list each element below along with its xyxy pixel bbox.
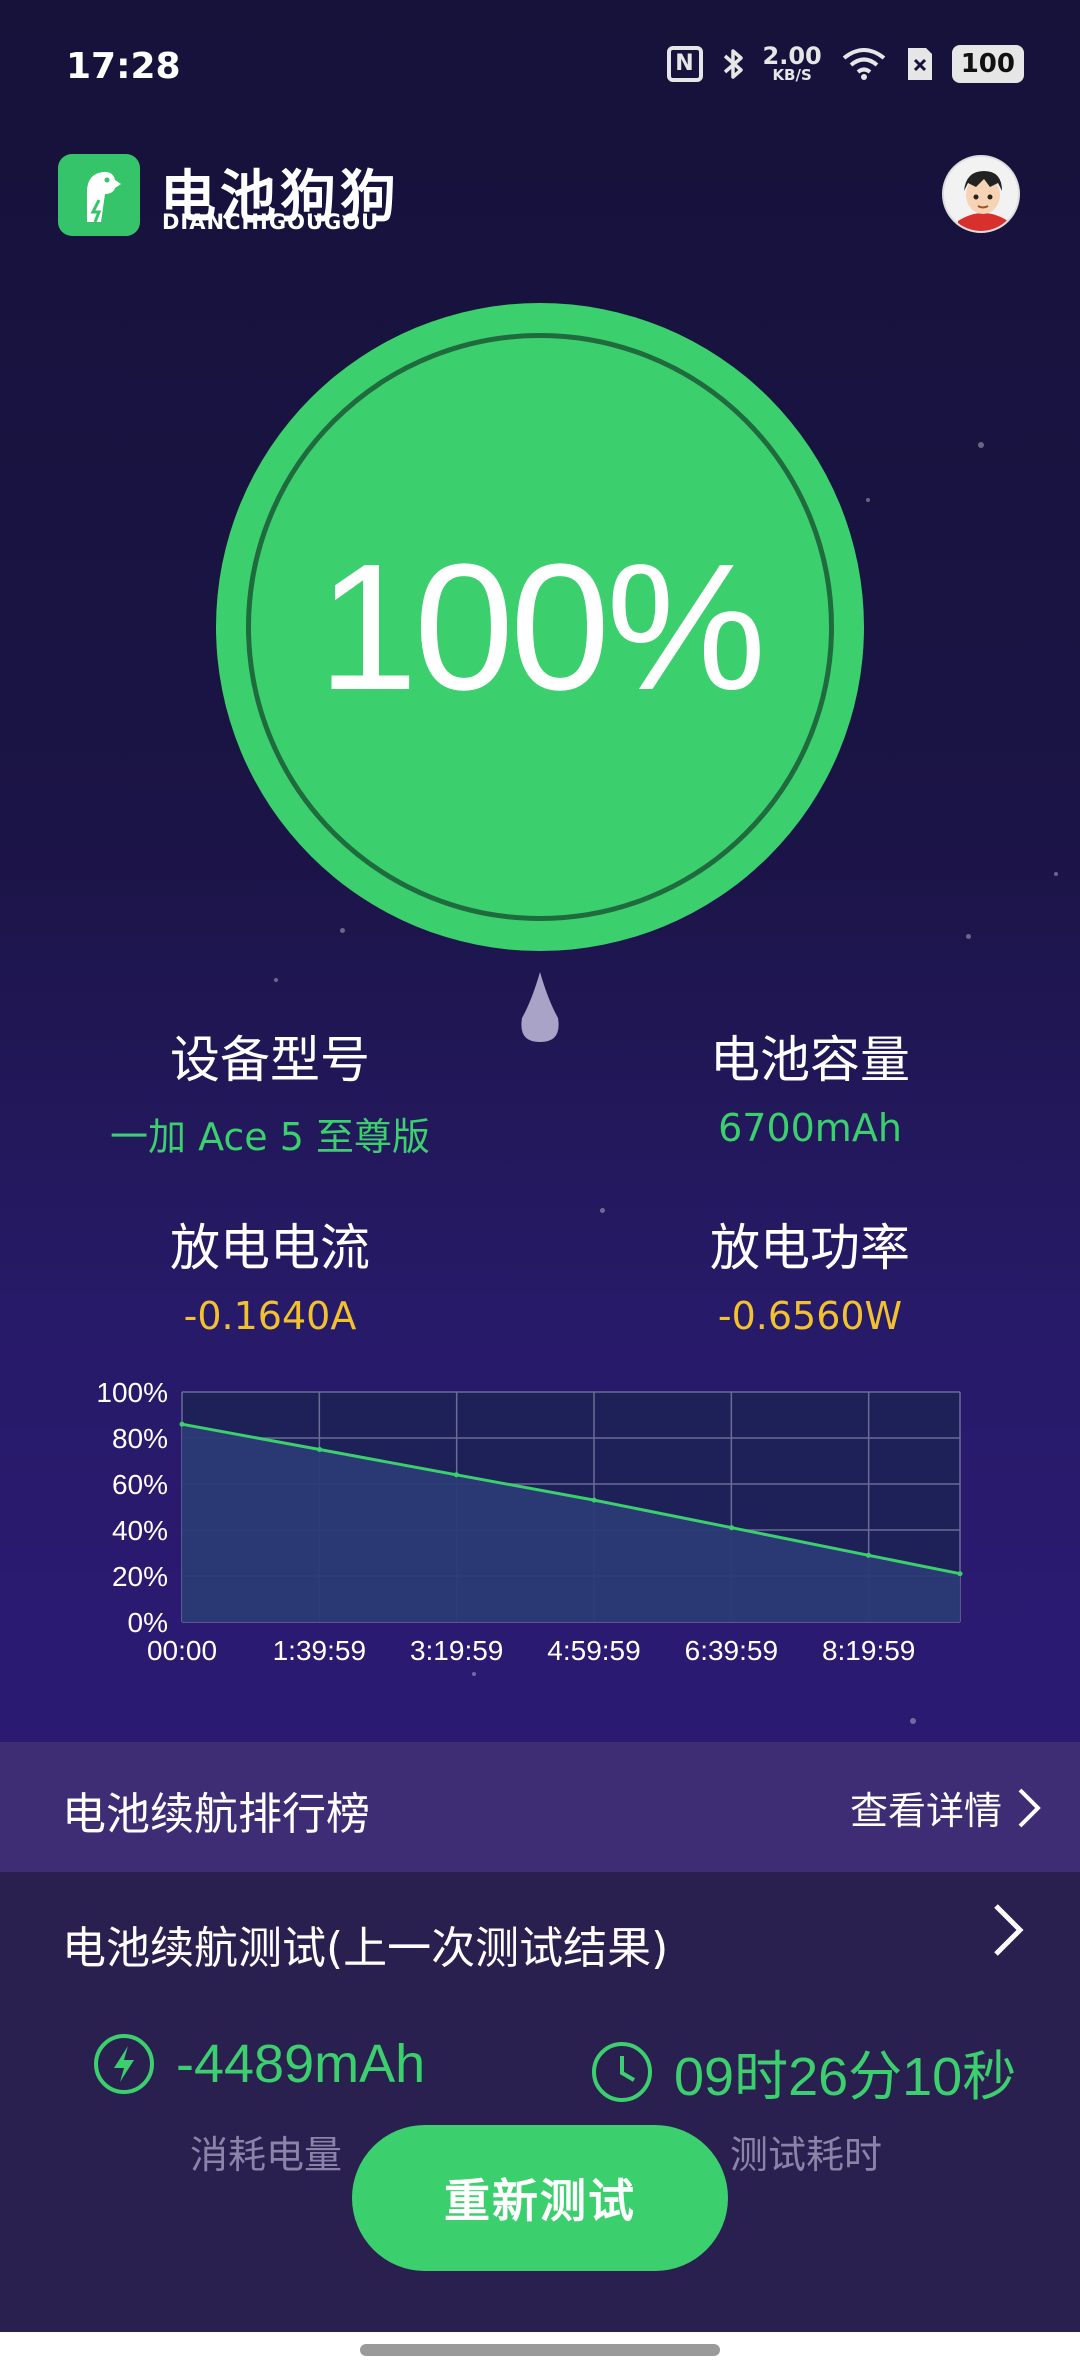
chart-data-point [957, 1571, 963, 1577]
chart-x-tick-label: 00:00 [147, 1635, 217, 1666]
chart-y-tick-label: 40% [112, 1515, 168, 1546]
clock-icon [592, 2041, 652, 2102]
avatar[interactable] [942, 155, 1020, 233]
ranking-title: 电池续航排行榜 [62, 1789, 370, 1840]
app-name-latin: DIANCHIGOUGOU [162, 210, 380, 234]
lightning-icon [94, 2034, 154, 2094]
device-model-label: 设备型号 [170, 1031, 370, 1089]
duration-value: 09时26分10秒 [674, 2047, 1017, 2107]
status-icons: N 2.00 KB/S 100 [666, 44, 1024, 83]
consumed-stat: -4489mAh [92, 2032, 425, 2096]
duration-stat: 09时26分10秒 [590, 2032, 1016, 2111]
discharge-chart-svg: 100% 80% 60% 40% 20% 0%00:00 1:39:59 3:19:59 4:5… [96, 1377, 963, 1666]
network-speed-value: 2.00 [762, 42, 822, 70]
discharge-power-label: 放电功率 [710, 1219, 910, 1277]
view-details-link[interactable]: 查看详情 [850, 1780, 1042, 1835]
battery-capacity-block: 电池容量 6700mAh [600, 1020, 1020, 1150]
view-details-label: 查看详情 [849, 1789, 1002, 1833]
battery-capacity-label: 电池容量 [710, 1031, 910, 1089]
chart-y-tick-label: 100% [96, 1377, 168, 1408]
retest-button[interactable]: 重新测试 [352, 2125, 728, 2271]
chart-x-tick-label: 4:59:59 [547, 1635, 640, 1666]
dog-logo-icon [87, 171, 121, 223]
discharge-current-label: 放电电流 [170, 1219, 370, 1277]
chart-y-tick-label: 60% [112, 1469, 168, 1500]
nfc-icon: N [666, 45, 703, 82]
discharge-power-value: -0.6560W [717, 1294, 903, 1338]
discharge-chart: 100% 80% 60% 40% 20% 0% 00:00 1:39:59 3:19:59 4:5… [80, 1370, 980, 1670]
status-bar: 17:28 N 2.00 KB/S 100 [0, 0, 1080, 140]
drop-icon [521, 972, 559, 1042]
chevron-right-icon[interactable] [988, 1900, 1028, 1960]
battery-capacity-value: 6700mAh [718, 1106, 902, 1150]
chart-data-point [866, 1552, 872, 1558]
discharge-current-value: -0.1640A [183, 1294, 357, 1338]
star-decoration [274, 978, 278, 982]
sim-icon [906, 46, 934, 82]
device-model-value: 一加 Ace 5 至尊版 [109, 1115, 430, 1159]
battery-percent: 100% [317, 526, 766, 728]
chart-data-point [591, 1497, 597, 1503]
consumed-value: -4489mAh [176, 2034, 426, 2094]
chevron-right-icon [1018, 1788, 1041, 1827]
star-decoration [1054, 872, 1058, 876]
star-decoration [472, 1672, 476, 1676]
star-decoration [978, 442, 984, 448]
chart-data-point [179, 1421, 185, 1427]
bluetooth-icon [721, 46, 745, 82]
chart-x-tick-label: 6:39:59 [685, 1635, 778, 1666]
star-decoration [966, 934, 971, 939]
chart-data-point [729, 1525, 735, 1531]
user-avatar-icon [944, 157, 1018, 231]
chart-data-point [317, 1447, 323, 1452]
chart-y-tick-label: 80% [112, 1423, 168, 1454]
network-speed: 2.00 KB/S [763, 44, 822, 83]
chart-y-tick-label: 20% [112, 1561, 168, 1592]
battery-gauge: 100% [216, 303, 864, 951]
wifi-icon [840, 46, 888, 82]
star-decoration [866, 498, 870, 502]
star-decoration [910, 1718, 916, 1724]
battery-icon: 100 [951, 44, 1024, 83]
device-model-block: 设备型号 一加 Ace 5 至尊版 [60, 1020, 480, 1161]
home-indicator[interactable] [360, 2344, 720, 2356]
network-speed-unit: KB/S [772, 66, 812, 84]
duration-label: 测试耗时 [730, 2133, 883, 2177]
consumed-label: 消耗电量 [190, 2133, 343, 2177]
chart-x-tick-label: 8:19:59 [822, 1635, 915, 1666]
status-time: 17:28 [66, 46, 181, 87]
chart-data-point [453, 1472, 459, 1478]
discharge-current-block: 放电电流 -0.1640A [60, 1208, 480, 1338]
discharge-power-block: 放电功率 -0.6560W [600, 1208, 1020, 1338]
test-title: 电池续航测试(上一次测试结果) [62, 1923, 669, 1974]
chart-x-tick-label: 3:19:59 [410, 1635, 503, 1666]
ranking-bar[interactable]: 电池续航排行榜 查看详情 [0, 1742, 1080, 1872]
chart-x-tick-label: 1:39:59 [273, 1635, 366, 1666]
chart-y-tick-label: 0% [128, 1607, 168, 1638]
app-logo [58, 154, 140, 236]
